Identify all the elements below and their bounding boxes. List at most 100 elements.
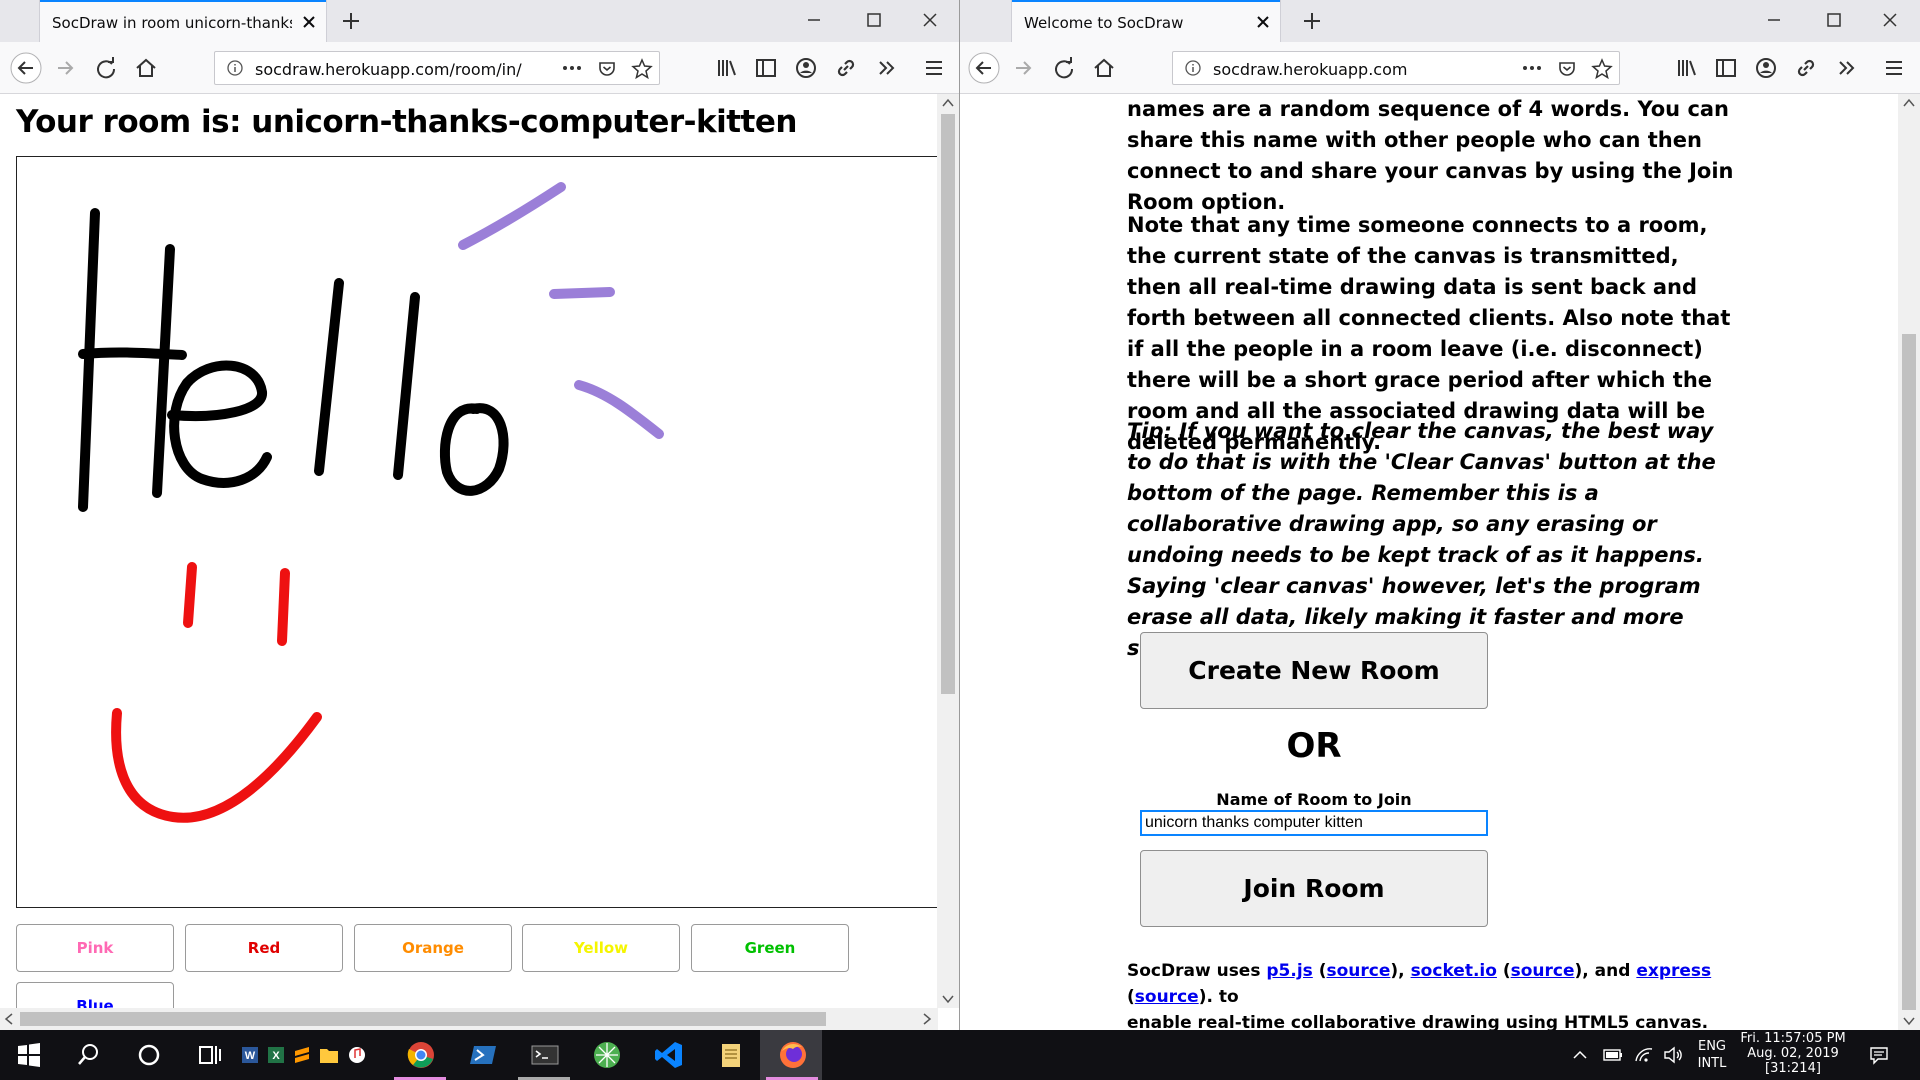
page-content: Your room is: unicorn-thanks-computer-ki… [0,94,937,1008]
pocket-icon[interactable] [597,59,617,79]
express-source-link[interactable]: source [1135,987,1199,1007]
volume-icon[interactable] [1662,1045,1684,1065]
color-button-pink[interactable]: Pink [16,924,174,972]
cortana-icon[interactable] [132,1038,166,1072]
scroll-up-icon[interactable] [942,98,954,108]
language-indicator[interactable]: ENG INTL [1694,1038,1730,1072]
socketio-source-link[interactable]: source [1511,961,1575,981]
p5js-source-link[interactable]: source [1327,961,1391,981]
url-text: socdraw.herokuapp.com/room/in/ [255,60,522,79]
tab-title: SocDraw in room unicorn-thanks-c [52,14,292,32]
sublime-icon[interactable] [292,1038,312,1072]
socketio-link[interactable]: socket.io [1411,961,1497,981]
p5js-link[interactable]: p5.js [1266,961,1312,981]
scrollbar-thumb[interactable] [941,114,955,694]
file-explorer-icon[interactable] [318,1038,340,1072]
scroll-left-icon[interactable] [4,1013,14,1025]
vscode-icon[interactable] [652,1038,686,1072]
wifi-icon[interactable] [1634,1045,1654,1065]
network-app-icon[interactable] [590,1038,624,1072]
color-button-orange[interactable]: Orange [354,924,512,972]
itunes-icon[interactable] [346,1038,368,1072]
vertical-scrollbar[interactable] [937,94,959,1008]
hello-strokes [78,208,509,512]
scroll-down-icon[interactable] [942,994,954,1004]
express-link[interactable]: express [1636,961,1711,981]
task-view-icon[interactable] [192,1038,226,1072]
bookmark-star-icon[interactable] [1591,58,1613,80]
scrollbar-thumb[interactable] [1902,334,1916,1010]
notepad-icon[interactable] [714,1038,748,1072]
link-icon[interactable] [830,52,862,84]
chevron-up-icon[interactable] [1572,1045,1588,1065]
url-bar[interactable]: socdraw.herokuapp.com/room/in/ [214,51,660,85]
word-icon[interactable]: W [240,1038,260,1072]
purple-strokes [458,182,664,439]
color-button-yellow[interactable]: Yellow [522,924,680,972]
system-clock[interactable]: Fri. 11:57:05 PM Aug. 02, 2019 [31:214] [1738,1031,1848,1076]
menu-icon[interactable] [918,52,950,84]
minimize-icon[interactable] [804,10,824,30]
url-text: socdraw.herokuapp.com [1213,60,1408,79]
info-icon[interactable] [1185,60,1201,76]
menu-icon[interactable] [1878,52,1910,84]
overflow-chevron-icon[interactable] [1830,52,1862,84]
close-window-icon[interactable] [920,10,940,30]
windows-start-icon[interactable] [12,1038,46,1072]
horizontal-scrollbar[interactable] [0,1008,938,1030]
link-icon[interactable] [1790,52,1822,84]
maximize-icon[interactable] [1824,10,1844,30]
forward-icon[interactable] [50,52,82,84]
library-icon[interactable] [1670,52,1702,84]
maximize-icon[interactable] [864,10,884,30]
search-icon[interactable] [72,1038,106,1072]
color-button-red[interactable]: Red [185,924,343,972]
account-icon[interactable] [1750,52,1782,84]
close-tab-icon[interactable] [1254,13,1272,31]
notifications-icon[interactable] [1868,1044,1890,1066]
drawing-canvas[interactable] [16,156,937,908]
firefox-icon[interactable] [776,1038,810,1072]
home-icon[interactable] [130,52,162,84]
tab-strip: Welcome to SocDraw [960,0,1920,42]
terminal-icon[interactable] [528,1038,562,1072]
battery-icon[interactable] [1602,1045,1624,1065]
forward-icon[interactable] [1008,52,1040,84]
room-name-input[interactable] [1140,810,1488,836]
back-icon[interactable] [10,52,42,84]
minimize-icon[interactable] [1764,10,1784,30]
new-tab-icon[interactable] [339,9,363,33]
vertical-scrollbar[interactable] [1898,94,1920,1030]
page-actions-icon[interactable] [561,61,583,75]
home-icon[interactable] [1088,52,1120,84]
page-actions-icon[interactable] [1521,61,1543,75]
scroll-right-icon[interactable] [922,1013,932,1025]
tab-socdraw-room[interactable]: SocDraw in room unicorn-thanks-c [40,0,326,42]
overflow-chevron-icon[interactable] [870,52,902,84]
close-tab-icon[interactable] [300,13,318,31]
excel-icon[interactable]: X [266,1038,286,1072]
color-button-blue[interactable]: Blue [16,982,174,1008]
sidebar-icon[interactable] [750,52,782,84]
account-icon[interactable] [790,52,822,84]
url-bar[interactable]: socdraw.herokuapp.com [1172,51,1620,85]
chrome-icon[interactable] [404,1038,438,1072]
reload-icon[interactable] [90,52,122,84]
back-icon[interactable] [968,52,1000,84]
join-room-button[interactable]: Join Room [1140,850,1488,927]
pocket-icon[interactable] [1557,59,1577,79]
new-tab-icon[interactable] [1300,9,1324,33]
create-room-button[interactable]: Create New Room [1140,632,1488,709]
info-icon[interactable] [227,60,243,76]
bookmark-star-icon[interactable] [631,58,653,80]
scroll-up-icon[interactable] [1903,98,1915,108]
powershell-icon[interactable] [466,1038,500,1072]
color-button-green[interactable]: Green [691,924,849,972]
sidebar-icon[interactable] [1710,52,1742,84]
tab-welcome[interactable]: Welcome to SocDraw [1012,0,1280,42]
reload-icon[interactable] [1048,52,1080,84]
scrollbar-thumb[interactable] [20,1012,826,1026]
close-window-icon[interactable] [1880,10,1900,30]
library-icon[interactable] [710,52,742,84]
scroll-down-icon[interactable] [1903,1016,1915,1026]
